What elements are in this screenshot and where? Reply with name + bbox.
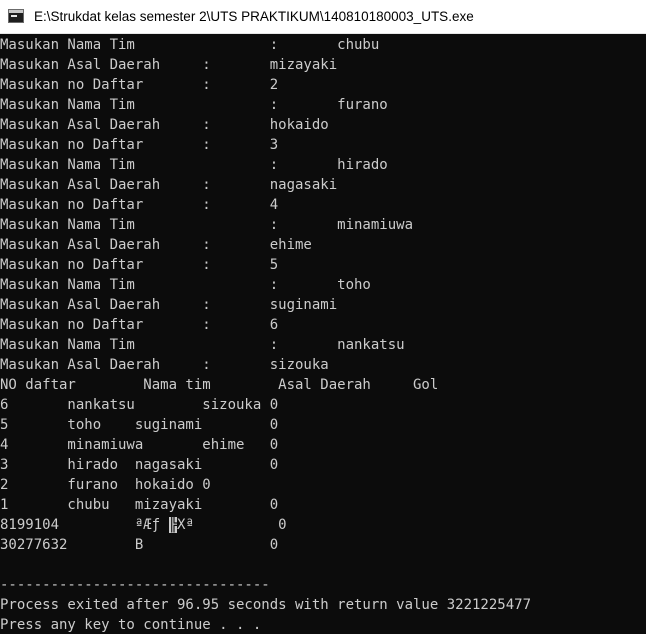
table-header-line: NO daftar Nama tim Asal Daerah Gol (0, 377, 439, 393)
console-line: Masukan Nama Tim : chubu (0, 37, 380, 53)
garbled-prefix: 8199104 ªÆƒ (0, 517, 169, 533)
continue-prompt-line: Press any key to continue . . . (0, 617, 262, 633)
table-row-line-garbled: 8199104 ªÆƒ ╠Xª 0 (0, 515, 287, 535)
console-line: Masukan no Daftar : 4 (0, 197, 279, 213)
table-row-line: 6 nankatsu sizouka 0 (0, 397, 279, 413)
process-exit-line: Process exited after 96.95 seconds with … (0, 597, 532, 613)
table-row-line: 4 minamiuwa ehime 0 (0, 437, 279, 453)
console-line: Masukan Asal Daerah : nagasaki (0, 177, 338, 193)
console-line: Masukan Asal Daerah : ehime (0, 237, 312, 253)
console-window: E:\Strukdat kelas semester 2\UTS PRAKTIK… (0, 0, 646, 634)
table-row-line: 1 chubu mizayaki 0 (0, 497, 279, 513)
garbled-block-char: ╠ (168, 517, 178, 533)
console-line: Masukan no Daftar : 2 (0, 77, 279, 93)
console-line: Masukan Asal Daerah : hokaido (0, 117, 329, 133)
separator-line: -------------------------------- (0, 577, 270, 593)
console-output[interactable]: Masukan Nama Tim : chubu Masukan Asal Da… (0, 35, 646, 634)
console-line: Masukan Asal Daerah : mizayaki (0, 57, 338, 73)
table-row-line: 2 furano hokaido 0 (0, 477, 211, 493)
console-line: Masukan Asal Daerah : sizouka (0, 357, 329, 373)
table-row-line: 5 toho suginami 0 (0, 417, 279, 433)
console-line: Masukan Nama Tim : nankatsu (0, 337, 405, 353)
garbled-suffix: Xª 0 (177, 517, 287, 533)
console-line: Masukan Asal Daerah : suginami (0, 297, 338, 313)
table-row-line: 30277632 B 0 (0, 537, 279, 553)
console-line: Masukan no Daftar : 6 (0, 317, 279, 333)
console-app-icon (8, 9, 24, 23)
console-line: Masukan no Daftar : 5 (0, 257, 279, 273)
console-line: Masukan Nama Tim : hirado (0, 157, 388, 173)
console-line: Masukan Nama Tim : furano (0, 97, 388, 113)
console-line: Masukan Nama Tim : minamiuwa (0, 217, 414, 233)
console-line: Masukan no Daftar : 3 (0, 137, 279, 153)
title-bar[interactable]: E:\Strukdat kelas semester 2\UTS PRAKTIK… (0, 0, 646, 34)
console-line: Masukan Nama Tim : toho (0, 277, 371, 293)
table-row-line: 3 hirado nagasaki 0 (0, 457, 279, 473)
window-title: E:\Strukdat kelas semester 2\UTS PRAKTIK… (34, 9, 474, 24)
